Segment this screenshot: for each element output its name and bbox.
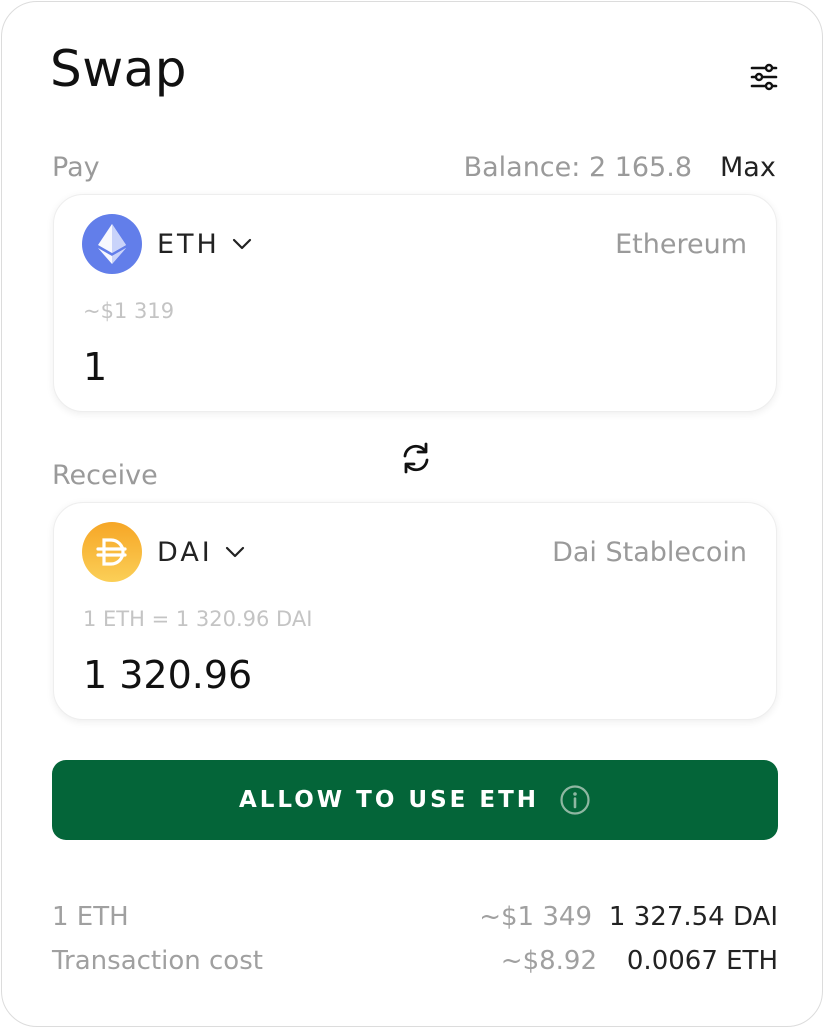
receive-label: Receive xyxy=(52,460,158,491)
pay-token-name: Ethereum xyxy=(615,229,747,260)
swap-direction-refresh-icon[interactable] xyxy=(399,441,433,475)
summary-value: 0.0067 ETH xyxy=(626,946,778,976)
swap-card: Swap Pay Balance: 2 165.8 Max ETH Ethere… xyxy=(1,1,823,1027)
receive-token-symbol: DAI xyxy=(157,536,213,568)
summary-rate-row: 1 ETH ~$1 349 1 327.54 DAI xyxy=(52,902,778,938)
info-icon[interactable] xyxy=(559,784,591,816)
receive-amount-input[interactable] xyxy=(83,653,683,697)
allow-button-label: ALLOW TO USE ETH xyxy=(238,787,540,813)
exchange-rate: 1 ETH = 1 320.96 DAI xyxy=(83,607,313,631)
dai-logo-icon xyxy=(82,522,142,582)
pay-label: Pay xyxy=(52,152,100,183)
pay-usd-estimate: ~$1 319 xyxy=(83,299,175,323)
pay-token-symbol: ETH xyxy=(157,228,220,260)
receive-token-selector[interactable]: DAI xyxy=(82,521,245,583)
pay-balance: Balance: 2 165.8 xyxy=(463,152,692,183)
receive-token-box: DAI Dai Stablecoin 1 ETH = 1 320.96 DAI xyxy=(53,502,777,720)
summary-value: 1 327.54 DAI xyxy=(608,902,778,932)
pay-token-box: ETH Ethereum ~$1 319 xyxy=(53,194,777,412)
receive-token-name: Dai Stablecoin xyxy=(552,537,747,568)
summary-usd: ~$1 349 xyxy=(479,902,592,932)
pay-token-selector[interactable]: ETH xyxy=(82,213,252,275)
pay-amount-input[interactable] xyxy=(83,345,683,389)
max-button[interactable]: Max xyxy=(720,152,776,183)
summary-label: 1 ETH xyxy=(52,902,129,932)
page-title: Swap xyxy=(50,40,188,98)
settings-sliders-icon[interactable] xyxy=(746,59,782,95)
summary-label: Transaction cost xyxy=(52,946,263,976)
ethereum-logo-icon xyxy=(82,214,142,274)
summary-usd: ~$8.92 xyxy=(500,946,597,976)
allow-to-use-button[interactable]: ALLOW TO USE ETH xyxy=(52,760,778,840)
chevron-down-icon xyxy=(225,546,244,558)
chevron-down-icon xyxy=(232,238,251,250)
summary-transaction-cost-row: Transaction cost ~$8.92 0.0067 ETH xyxy=(52,946,778,982)
